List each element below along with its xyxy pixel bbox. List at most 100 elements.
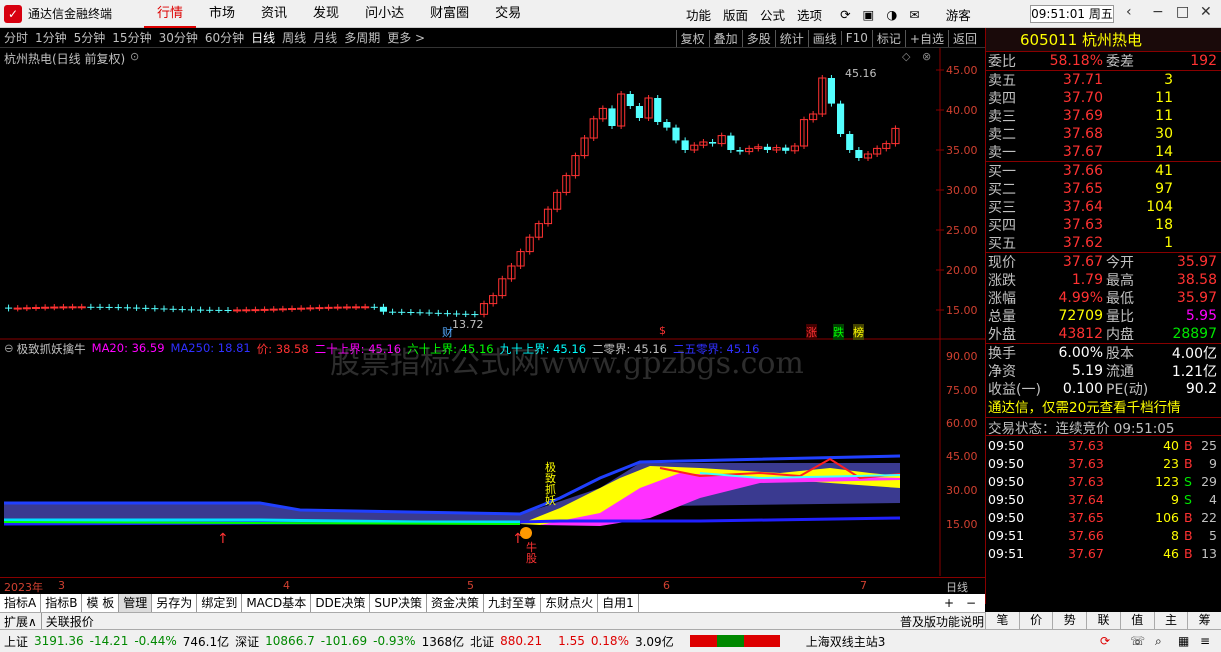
marker-bang[interactable]: 榜: [853, 324, 864, 340]
rtab-zhi[interactable]: 值: [1119, 612, 1154, 629]
marker-zhang[interactable]: 涨: [806, 324, 817, 340]
refresh-icon[interactable]: ⟳: [840, 7, 850, 22]
tab-sup[interactable]: SUP决策: [370, 594, 428, 612]
alert-icon[interactable]: ⟳: [1100, 634, 1110, 648]
ad-banner[interactable]: 通达信，仅需20元查看千档行情: [986, 398, 1221, 418]
period-60min[interactable]: 60分钟: [205, 29, 244, 46]
tab-dde[interactable]: DDE决策: [311, 594, 371, 612]
period-more[interactable]: 更多 >: [387, 29, 425, 46]
menu-trade[interactable]: 交易: [482, 0, 534, 28]
tool-mark[interactable]: 标记: [871, 29, 905, 47]
sz-label[interactable]: 深证: [235, 633, 259, 650]
period-multi[interactable]: 多周期: [344, 29, 380, 46]
marker-die[interactable]: 跌: [833, 324, 844, 340]
tick-row: 09:51 37.67 46 B 13: [986, 544, 1221, 562]
tool-overlay[interactable]: 叠加: [708, 29, 742, 47]
tool-back[interactable]: 返回: [947, 29, 981, 47]
skin-icon[interactable]: ◑: [886, 7, 897, 22]
tab-template[interactable]: 模 板: [82, 594, 120, 612]
bz-label[interactable]: 北证: [470, 633, 494, 650]
chart-close-icon[interactable]: ⊗: [922, 50, 931, 63]
tab-indicator-b[interactable]: 指标B: [41, 594, 83, 612]
tab-save-as[interactable]: 另存为: [152, 594, 198, 612]
tab-macd[interactable]: MACD基本: [242, 594, 312, 612]
chart-label-dropdown-icon[interactable]: ⊙: [130, 50, 139, 63]
menu-wealth[interactable]: 财富圈: [417, 0, 482, 28]
sh-label[interactable]: 上证: [4, 633, 28, 650]
zoom-out-icon[interactable]: −: [962, 594, 980, 612]
bid-row[interactable]: 买三 37.64 104: [986, 198, 1221, 216]
server-label[interactable]: 上海双线主站3: [806, 633, 886, 650]
tab-bind[interactable]: 绑定到: [197, 594, 243, 612]
tab-custom1[interactable]: 自用1: [598, 594, 639, 612]
tool-add-favorite[interactable]: +自选: [904, 29, 948, 47]
period-30min[interactable]: 30分钟: [159, 29, 198, 46]
ask-row[interactable]: 卖五 37.71 3: [986, 71, 1221, 89]
menu-quotes[interactable]: 行情: [144, 0, 197, 28]
tab-jiufeng[interactable]: 九封至尊: [484, 594, 542, 612]
bid-row[interactable]: 买五 37.62 1: [986, 234, 1221, 252]
expand-toggle[interactable]: 扩展∧: [0, 612, 42, 630]
date-axis-period[interactable]: 日线: [946, 579, 968, 595]
rtab-lian[interactable]: 联: [1086, 612, 1120, 629]
bid-volume: 97: [1155, 181, 1173, 197]
menu-function[interactable]: 功能: [686, 5, 711, 24]
ask-row[interactable]: 卖三 37.69 11: [986, 107, 1221, 125]
marker-s[interactable]: $: [659, 324, 666, 337]
period-5min[interactable]: 5分钟: [74, 29, 106, 46]
maximize-icon[interactable]: □: [1176, 4, 1189, 20]
period-1min[interactable]: 1分钟: [35, 29, 67, 46]
menu-layout[interactable]: 版面: [723, 5, 748, 24]
back-icon[interactable]: ‹: [1126, 4, 1132, 20]
menu-market[interactable]: 市场: [196, 0, 248, 28]
search-icon[interactable]: ⌕: [1155, 634, 1162, 649]
menu-ask[interactable]: 问小达: [352, 0, 417, 28]
tool-multi[interactable]: 多股: [741, 29, 775, 47]
tab-dongcai[interactable]: 东财点火: [541, 594, 599, 612]
candlestick-chart[interactable]: ↑ ↑: [0, 48, 985, 576]
ask-row[interactable]: 卖四 37.70 11: [986, 89, 1221, 107]
bid-row[interactable]: 买一 37.66 41: [986, 162, 1221, 180]
rtab-bi[interactable]: 笔: [985, 612, 1019, 629]
date-axis: 2023年 3 4 5 6 7 日线: [0, 577, 985, 594]
menu-discover[interactable]: 发现: [300, 0, 352, 28]
rtab-shi[interactable]: 势: [1052, 612, 1086, 629]
rtab-jia[interactable]: 价: [1018, 612, 1053, 629]
close-icon[interactable]: ✕: [1200, 4, 1212, 20]
rtab-chou[interactable]: 筹: [1187, 612, 1221, 629]
tab-fund[interactable]: 资金决策: [427, 594, 485, 612]
tool-f10[interactable]: F10: [840, 31, 872, 45]
related-quotes[interactable]: 关联报价: [42, 613, 98, 630]
period-15min[interactable]: 15分钟: [112, 29, 151, 46]
zoom-in-icon[interactable]: +: [940, 594, 958, 612]
menu-news[interactable]: 资讯: [248, 0, 300, 28]
minimize-icon[interactable]: −: [1152, 4, 1164, 20]
menu-options[interactable]: 选项: [797, 5, 822, 24]
period-weekly[interactable]: 周线: [282, 29, 306, 46]
menu-icon[interactable]: ≡: [1200, 634, 1210, 648]
ask-row[interactable]: 卖一 37.67 14: [986, 143, 1221, 161]
indicator-collapse-icon[interactable]: ⊖: [4, 341, 14, 357]
phone-icon[interactable]: ☏: [1130, 634, 1145, 648]
image-icon[interactable]: ▣: [863, 7, 875, 22]
bid-row[interactable]: 买二 37.65 97: [986, 180, 1221, 198]
menu-formula[interactable]: 公式: [760, 5, 785, 24]
chart-settings-icon[interactable]: ◇: [902, 50, 910, 63]
indicator-name[interactable]: 极致抓妖擒牛: [17, 341, 86, 357]
rtab-zhu[interactable]: 主: [1153, 612, 1188, 629]
message-icon[interactable]: ✉: [909, 7, 919, 22]
feature-notes[interactable]: 普及版功能说明: [900, 613, 984, 630]
tab-indicator-a[interactable]: 指标A: [0, 594, 42, 612]
chart-area[interactable]: ↑ ↑ 杭州热电(日线 前复权) ⊙ 45.00 40.00 35.00 30.00 25…: [0, 48, 985, 576]
period-monthly[interactable]: 月线: [313, 29, 337, 46]
bid-row[interactable]: 买四 37.63 18: [986, 216, 1221, 234]
ask-row[interactable]: 卖二 37.68 30: [986, 125, 1221, 143]
user-label[interactable]: 游客: [946, 5, 971, 24]
tab-manage[interactable]: 管理: [119, 594, 153, 612]
tool-fuquan[interactable]: 复权: [675, 29, 709, 47]
tool-draw[interactable]: 画线: [807, 29, 841, 47]
grid-icon[interactable]: ▦: [1178, 634, 1189, 648]
tool-stats[interactable]: 统计: [774, 29, 808, 47]
period-fenshi[interactable]: 分时: [4, 29, 28, 46]
period-daily[interactable]: 日线: [251, 29, 275, 46]
